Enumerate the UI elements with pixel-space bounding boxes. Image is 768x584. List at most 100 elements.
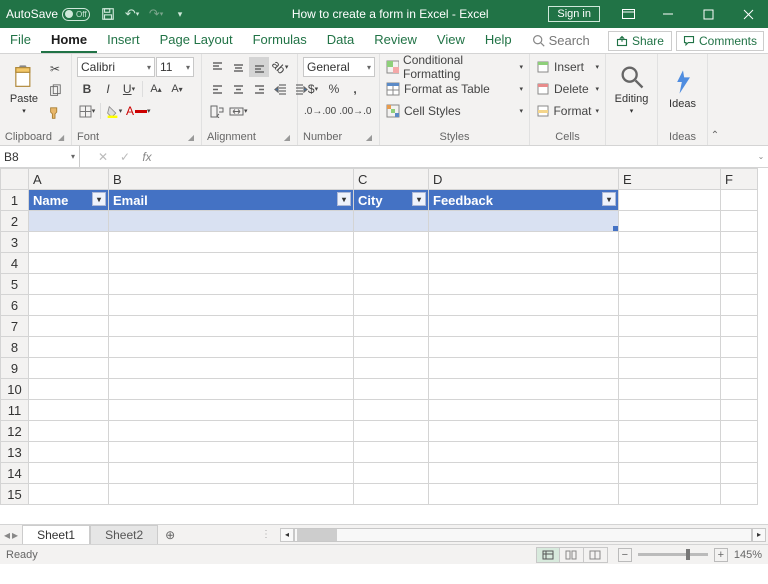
tab-insert[interactable]: Insert [97,28,150,53]
cell[interactable] [429,211,619,232]
cell[interactable] [29,421,109,442]
cell[interactable] [429,421,619,442]
cell[interactable] [429,484,619,505]
cell[interactable] [721,379,758,400]
cell[interactable] [619,442,721,463]
tab-formulas[interactable]: Formulas [243,28,317,53]
cell[interactable] [29,400,109,421]
row-header[interactable]: 13 [1,442,29,463]
cell[interactable] [109,316,354,337]
cell[interactable] [721,484,758,505]
table-resize-handle[interactable] [613,226,619,232]
increase-font-icon[interactable]: A▴ [146,79,166,99]
cell[interactable] [354,211,429,232]
sheet-tab[interactable]: Sheet1 [22,525,90,544]
ribbon-display-icon[interactable] [608,0,648,28]
cell[interactable] [619,379,721,400]
sign-in-button[interactable]: Sign in [548,6,600,22]
share-button[interactable]: Share [608,31,672,51]
close-icon[interactable] [728,0,768,28]
align-left-icon[interactable] [207,79,227,99]
cell[interactable] [619,253,721,274]
bold-button[interactable]: B [77,79,97,99]
cell[interactable] [619,337,721,358]
percent-format-icon[interactable]: % [324,79,344,99]
cell[interactable] [109,421,354,442]
copy-icon[interactable] [45,81,65,101]
cell[interactable] [29,295,109,316]
row-header[interactable]: 15 [1,484,29,505]
cancel-formula-icon[interactable]: ✕ [92,146,114,167]
decrease-indent-icon[interactable] [270,79,290,99]
cut-icon[interactable]: ✂ [45,59,65,79]
cell[interactable] [429,337,619,358]
cell[interactable]: Feedback [429,190,619,211]
cell[interactable] [619,400,721,421]
scroll-left-icon[interactable]: ◂ [280,528,294,542]
cell[interactable] [354,484,429,505]
cell[interactable] [721,358,758,379]
horizontal-scrollbar[interactable]: ◂ ▸ [278,525,768,544]
merge-center-icon[interactable]: ▾ [228,101,249,121]
row-header[interactable]: 8 [1,337,29,358]
editing-button[interactable]: Editing ▾ [611,57,652,121]
decrease-font-icon[interactable]: A▾ [167,79,187,99]
cell[interactable]: Name [29,190,109,211]
scroll-thumb[interactable] [297,529,337,541]
sheet-nav-next-icon[interactable]: ▸ [12,528,18,542]
zoom-level[interactable]: 145% [734,549,762,561]
cell[interactable] [29,274,109,295]
zoom-in-icon[interactable]: + [714,548,728,562]
sheet-nav-prev-icon[interactable]: ◂ [4,528,10,542]
zoom-out-icon[interactable]: − [618,548,632,562]
cell[interactable] [721,253,758,274]
align-right-icon[interactable] [249,79,269,99]
cell[interactable] [721,442,758,463]
accounting-format-icon[interactable]: $▾ [303,79,323,99]
select-all-corner[interactable] [1,169,29,190]
cell[interactable] [619,463,721,484]
fill-color-button[interactable]: ▾ [104,101,124,121]
cell[interactable] [429,379,619,400]
cell[interactable] [109,400,354,421]
row-header[interactable]: 3 [1,232,29,253]
cell[interactable] [109,211,354,232]
cell[interactable] [109,253,354,274]
cell[interactable] [109,232,354,253]
wrap-text-icon[interactable] [207,101,227,121]
cell[interactable] [29,442,109,463]
cell[interactable] [109,463,354,484]
cell[interactable] [109,295,354,316]
cell[interactable] [619,232,721,253]
row-header[interactable]: 6 [1,295,29,316]
page-layout-view-icon[interactable] [560,547,584,563]
redo-icon[interactable]: ↷▾ [144,2,168,26]
save-icon[interactable] [96,2,120,26]
dialog-launcher-icon[interactable]: ◢ [58,133,66,142]
align-middle-icon[interactable] [228,57,248,77]
decrease-decimal-icon[interactable]: .00→.0 [338,101,372,121]
borders-button[interactable]: ▾ [77,101,97,121]
column-header[interactable]: F [721,169,758,190]
dialog-launcher-icon[interactable]: ◢ [284,133,292,142]
cell[interactable] [619,190,721,211]
cell[interactable] [109,337,354,358]
cell[interactable] [354,379,429,400]
customize-qat-icon[interactable]: ▾ [168,2,192,26]
cell[interactable] [429,253,619,274]
format-as-table-button[interactable]: Format as Table▾ [385,79,524,99]
cell[interactable] [721,232,758,253]
row-header[interactable]: 9 [1,358,29,379]
maximize-icon[interactable] [688,0,728,28]
cell[interactable] [354,274,429,295]
cell[interactable] [354,253,429,274]
cell[interactable] [354,400,429,421]
cell[interactable] [354,358,429,379]
undo-icon[interactable]: ↶▾ [120,2,144,26]
tab-splitter[interactable]: ⋮ [255,525,278,544]
dialog-launcher-icon[interactable]: ◢ [188,133,196,142]
delete-cells-button[interactable]: Delete▾ [535,79,600,99]
row-header[interactable]: 2 [1,211,29,232]
cell[interactable] [354,463,429,484]
row-header[interactable]: 1 [1,190,29,211]
